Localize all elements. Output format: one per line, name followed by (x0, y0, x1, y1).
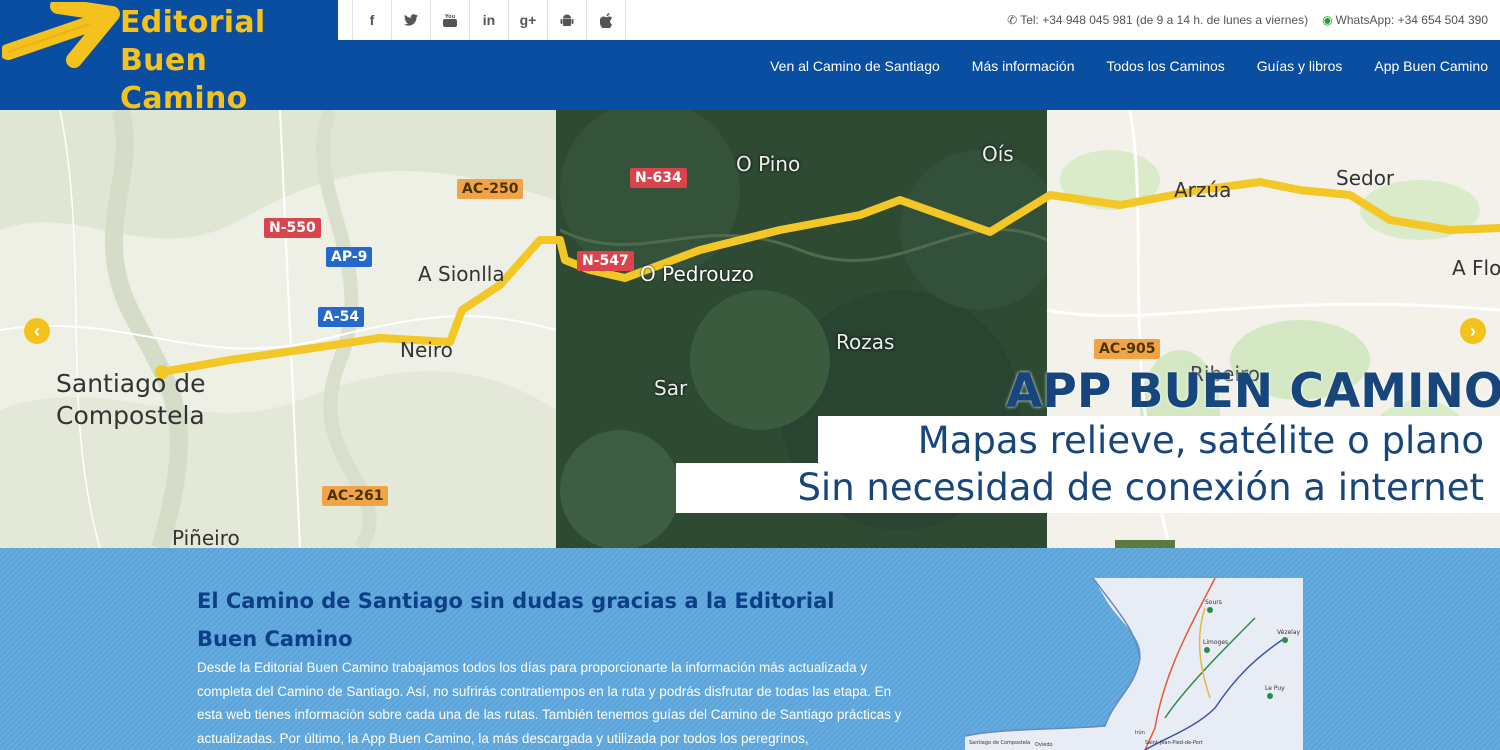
site-logo[interactable]: Editorial Buen Camino (0, 0, 338, 116)
google-plus-icon[interactable]: g+ (509, 0, 548, 40)
road-shield-n547: N-547 (577, 251, 634, 271)
top-bar: f You in g+ ✆ Tel: +34 948 045 981 (de 9 … (338, 0, 1500, 40)
phone-text: Tel: +34 948 045 981 (de 9 a 14 h. de lu… (1020, 13, 1309, 27)
whatsapp-text: WhatsApp: +34 654 504 390 (1335, 13, 1488, 27)
brand-name: Editorial Buen Camino (120, 4, 338, 118)
road-shield-ap9: AP-9 (326, 247, 373, 267)
map-label-arzua: Arzúa (1174, 178, 1232, 202)
intro-heading: El Camino de Santiago sin dudas gracias … (197, 589, 835, 651)
road-shield-n550: N-550 (264, 218, 321, 238)
minimap-label-le-puy: Le Puy (1265, 685, 1285, 692)
map-label-a-flo: A Flo (1452, 256, 1500, 280)
android-icon[interactable] (548, 0, 587, 40)
map-label-neiro: Neiro (400, 338, 453, 362)
map-label-o-pino: O Pino (736, 152, 801, 176)
road-shield-a54: A-54 (318, 307, 365, 327)
map-label-a-sionlla: A Sionlla (418, 262, 505, 286)
minimap-label-saint-jean: Saint-Jean-Pied-de-Port (1145, 740, 1203, 746)
whatsapp-icon: ◉ (1322, 13, 1333, 27)
map-label-rozas: Rozas (836, 330, 895, 354)
site-header: Editorial Buen Camino f You in g+ ✆ Tel: … (0, 0, 1500, 116)
youtube-icon[interactable]: You (431, 0, 470, 40)
minimap-label-oviedo: Oviedo (1035, 742, 1053, 748)
hero-slider: Santiago de Compostela Neiro A Sionlla P… (0, 110, 1500, 548)
svg-text:You: You (444, 14, 456, 20)
road-shield-ac261: AC-261 (322, 486, 389, 506)
map-label-santiago: Santiago de Compostela (56, 369, 206, 430)
caminos-mini-map: Vézelay Sours Limoges Le Puy Saint-Jean-… (965, 578, 1303, 750)
chevron-left-icon: ‹ (34, 320, 40, 341)
apple-icon[interactable] (587, 0, 626, 40)
promo-title: APP BUEN CAMINO (1006, 364, 1500, 419)
minimap-label-irun: Irún (1135, 729, 1145, 736)
promo-line-1: Mapas relieve, satélite o plano (818, 416, 1500, 466)
chevron-right-icon: › (1470, 320, 1476, 341)
nav-item-app-buen-camino[interactable]: App Buen Camino (1374, 58, 1488, 74)
minimap-label-sours: Sours (1205, 599, 1222, 606)
social-links: f You in g+ (352, 0, 626, 40)
facebook-icon[interactable]: f (353, 0, 392, 40)
twitter-icon[interactable] (392, 0, 431, 40)
linkedin-icon[interactable]: in (470, 0, 509, 40)
main-nav: Ven al Camino de Santiago Más informació… (770, 58, 1488, 74)
nav-item-ven-al-camino[interactable]: Ven al Camino de Santiago (770, 58, 940, 74)
whatsapp-contact[interactable]: ◉ WhatsApp: +34 654 504 390 (1322, 13, 1488, 27)
contact-info: ✆ Tel: +34 948 045 981 (de 9 a 14 h. de l… (1007, 0, 1488, 40)
brand-line-2: Buen Camino (120, 43, 248, 116)
map-label-pineiro: Piñeiro (172, 526, 240, 548)
nav-item-mas-informacion[interactable]: Más información (972, 58, 1075, 74)
road-shield-n634: N-634 (630, 168, 687, 188)
intro-body: Desde la Editorial Buen Camino trabajamo… (197, 660, 902, 746)
slider-next-button[interactable]: › (1460, 318, 1486, 344)
minimap-label-vezelay: Vézelay (1277, 629, 1301, 636)
arrow-logo-icon (2, 2, 120, 68)
phone-icon: ✆ (1007, 13, 1018, 27)
minimap-label-santiago: Santiago de Compostela (969, 740, 1030, 746)
map-label-sedor: Sedor (1336, 166, 1395, 190)
road-shield-ac905: AC-905 (1094, 339, 1161, 359)
map-label-sar: Sar (654, 376, 688, 400)
phone-contact[interactable]: ✆ Tel: +34 948 045 981 (de 9 a 14 h. de l… (1007, 13, 1308, 27)
nav-item-guias-y-libros[interactable]: Guías y libros (1257, 58, 1343, 74)
nav-item-todos-los-caminos[interactable]: Todos los Caminos (1106, 58, 1224, 74)
road-shield-ac250: AC-250 (457, 179, 524, 199)
slider-prev-button[interactable]: ‹ (24, 318, 50, 344)
brand-line-1: Editorial (120, 5, 266, 40)
promo-line-2: Sin necesidad de conexión a internet (676, 463, 1500, 513)
minimap-label-limoges: Limoges (1203, 639, 1228, 646)
map-label-o-pedrouzo: O Pedrouzo (640, 262, 754, 286)
map-label-ois: Oís (982, 142, 1014, 166)
intro-section: El Camino de Santiago sin dudas gracias … (0, 548, 1500, 750)
